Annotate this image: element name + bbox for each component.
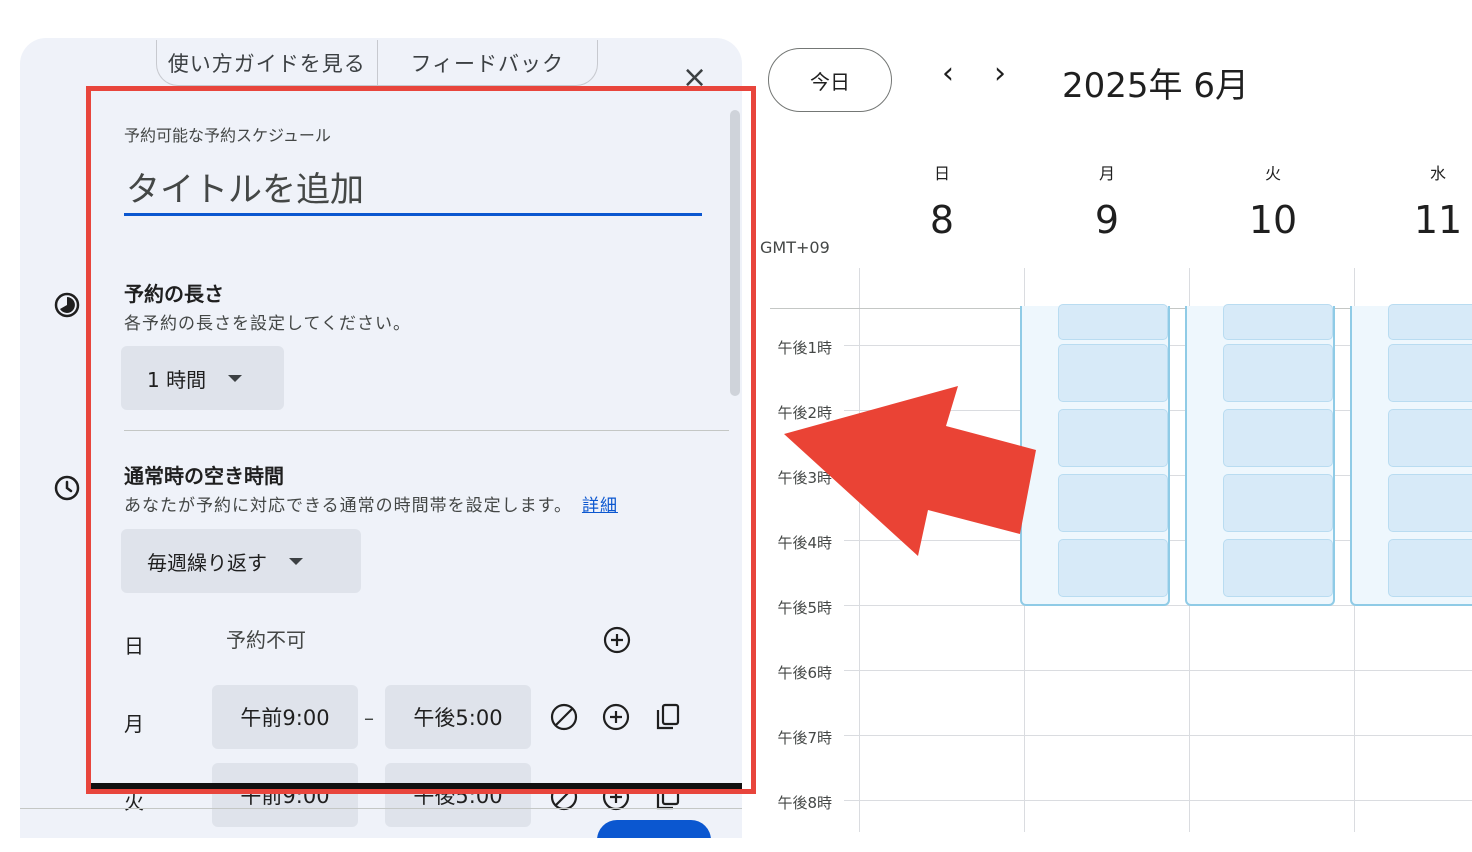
pointer-arrow-icon — [784, 386, 1036, 556]
